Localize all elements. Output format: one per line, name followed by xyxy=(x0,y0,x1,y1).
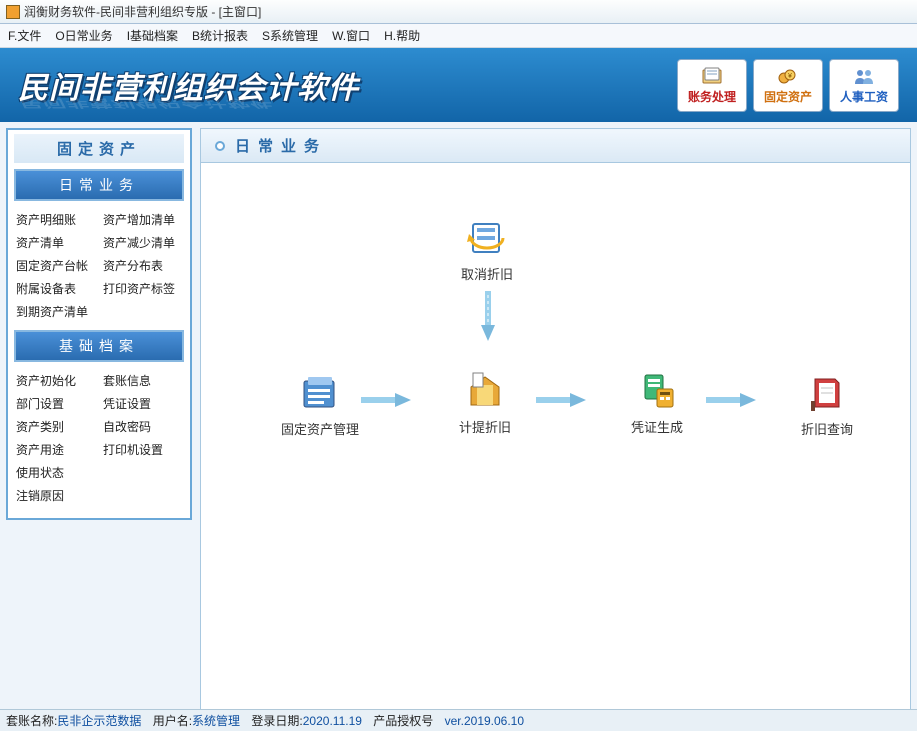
sidebar-links-archive: 资产初始化 套账信息 部门设置 凭证设置 资产类别 自改密码 资产用途 打印机设… xyxy=(14,368,184,508)
query-icon xyxy=(805,373,849,413)
link-asset-list[interactable]: 资产清单 xyxy=(16,234,95,251)
flow-canvas: 取消折旧 固定资产管理 计提折旧 凭证生成 xyxy=(200,163,911,711)
status-user-label: 用户名: xyxy=(153,714,192,728)
link-dept[interactable]: 部门设置 xyxy=(16,395,95,412)
sidebar-section-archive[interactable]: 基础档案 xyxy=(14,330,184,362)
link-voucher-set[interactable]: 凭证设置 xyxy=(103,395,182,412)
workspace: 固定资产 日常业务 资产明细账 资产增加清单 资产清单 资产减少清单 固定资产台… xyxy=(0,122,917,717)
status-date-label: 登录日期: xyxy=(251,714,302,728)
banner-btn-accounting[interactable]: 账务处理 xyxy=(677,59,747,112)
window-title: 润衡财务软件-民间非营利组织专版 - [主窗口] xyxy=(24,3,261,20)
menu-file[interactable]: F.文件 xyxy=(8,27,41,44)
status-account-value: 民非企示范数据 xyxy=(57,714,141,728)
cancel-depr-icon xyxy=(465,218,509,258)
svg-text:¥: ¥ xyxy=(788,73,792,80)
people-icon xyxy=(852,66,876,86)
link-asset-init[interactable]: 资产初始化 xyxy=(16,372,95,389)
arrow-right-icon xyxy=(361,393,411,407)
link-category[interactable]: 资产类别 xyxy=(16,418,95,435)
banner: 民间非营利组织会计软件 民间非营利组织会计软件 账务处理 ¥ 固定资产 人事工资 xyxy=(0,48,917,122)
link-asset-detail[interactable]: 资产明细账 xyxy=(16,211,95,228)
voucher-gen-icon xyxy=(635,371,679,411)
arrow-down-icon xyxy=(481,291,495,341)
link-password[interactable]: 自改密码 xyxy=(103,418,182,435)
app-icon xyxy=(6,5,20,19)
status-license-value: ver.2019.06.10 xyxy=(445,714,524,728)
main-title: 日常业务 xyxy=(235,135,327,156)
flow-label: 计提折旧 xyxy=(459,417,511,436)
banner-btn-hr[interactable]: 人事工资 xyxy=(829,59,899,112)
status-account-label: 套账名称: xyxy=(6,714,57,728)
main-area: 日常业务 取消折旧 固定资产管理 计提折旧 xyxy=(198,122,917,717)
menu-system[interactable]: S系统管理 xyxy=(262,27,318,44)
flow-depr-query[interactable]: 折旧查询 xyxy=(801,373,853,438)
ledger-icon xyxy=(700,66,724,86)
banner-btn-label: 账务处理 xyxy=(688,88,736,105)
banner-title-reflection: 民间非营利组织会计软件 xyxy=(18,96,271,112)
menu-help[interactable]: H.帮助 xyxy=(384,27,420,44)
flow-label: 固定资产管理 xyxy=(281,419,359,438)
menu-daily[interactable]: O日常业务 xyxy=(55,27,112,44)
link-print-tag[interactable]: 打印资产标签 xyxy=(103,280,182,297)
menu-window[interactable]: W.窗口 xyxy=(332,27,370,44)
bullet-icon xyxy=(215,141,225,151)
statusbar: 套账名称:民非企示范数据 用户名:系统管理 登录日期:2020.11.19 产品… xyxy=(0,709,917,731)
status-date-value: 2020.11.19 xyxy=(303,714,362,728)
flow-label: 折旧查询 xyxy=(801,419,853,438)
flow-asset-manage[interactable]: 固定资产管理 xyxy=(281,373,359,438)
link-status[interactable]: 使用状态 xyxy=(16,464,95,481)
arrow-right-icon xyxy=(536,393,586,407)
menubar: F.文件 O日常业务 I基础档案 B统计报表 S系统管理 W.窗口 H.帮助 xyxy=(0,24,917,48)
flow-label: 凭证生成 xyxy=(631,417,683,436)
flow-label: 取消折旧 xyxy=(461,264,513,283)
menu-archive[interactable]: I基础档案 xyxy=(127,27,178,44)
flow-cancel-depreciation[interactable]: 取消折旧 xyxy=(461,218,513,283)
banner-btn-label: 人事工资 xyxy=(840,88,888,105)
asset-manage-icon xyxy=(298,373,342,413)
link-asset-add[interactable]: 资产增加清单 xyxy=(103,211,182,228)
flow-calc-depreciation[interactable]: 计提折旧 xyxy=(459,371,511,436)
link-asset-reduce[interactable]: 资产减少清单 xyxy=(103,234,182,251)
banner-btn-assets[interactable]: ¥ 固定资产 xyxy=(753,59,823,112)
menu-report[interactable]: B统计报表 xyxy=(192,27,248,44)
banner-btn-label: 固定资产 xyxy=(764,88,812,105)
status-user-value: 系统管理 xyxy=(192,714,240,728)
calc-depr-icon xyxy=(463,371,507,411)
link-asset-dist[interactable]: 资产分布表 xyxy=(103,257,182,274)
link-account-info[interactable]: 套账信息 xyxy=(103,372,182,389)
link-printer[interactable]: 打印机设置 xyxy=(103,441,182,458)
link-asset-ledger[interactable]: 固定资产台帐 xyxy=(16,257,95,274)
link-usage[interactable]: 资产用途 xyxy=(16,441,95,458)
arrow-right-icon xyxy=(706,393,756,407)
sidebar-links-daily: 资产明细账 资产增加清单 资产清单 资产减少清单 固定资产台帐 资产分布表 附属… xyxy=(14,207,184,324)
link-cancel-reason[interactable]: 注销原因 xyxy=(16,487,95,504)
link-empty xyxy=(103,464,182,481)
main-header: 日常业务 xyxy=(200,128,911,163)
titlebar: 润衡财务软件-民间非营利组织专版 - [主窗口] xyxy=(0,0,917,24)
link-equipment[interactable]: 附属设备表 xyxy=(16,280,95,297)
sidebar: 固定资产 日常业务 资产明细账 资产增加清单 资产清单 资产减少清单 固定资产台… xyxy=(0,122,198,717)
flow-voucher-gen[interactable]: 凭证生成 xyxy=(631,371,683,436)
link-expired[interactable]: 到期资产清单 xyxy=(16,303,182,320)
assets-icon: ¥ xyxy=(776,66,800,86)
sidebar-title: 固定资产 xyxy=(14,134,184,163)
sidebar-section-daily[interactable]: 日常业务 xyxy=(14,169,184,201)
status-license-label: 产品授权号 xyxy=(373,714,433,728)
